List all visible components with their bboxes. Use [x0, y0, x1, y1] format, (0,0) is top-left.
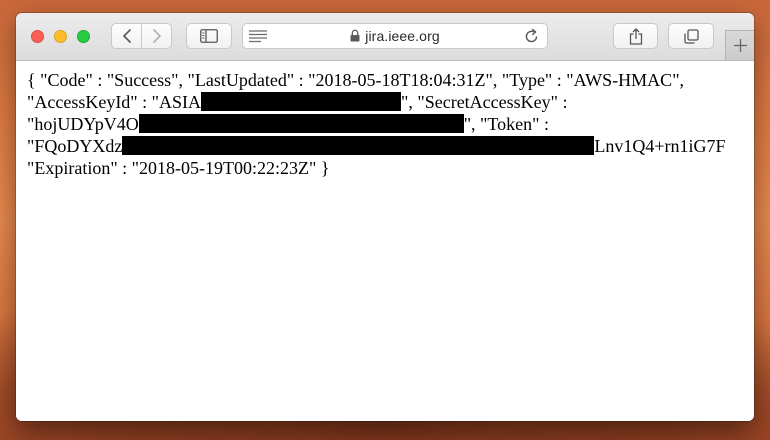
- share-icon: [629, 27, 642, 45]
- json-line-1: { "Code" : "Success", "LastUpdated" : "2…: [27, 70, 685, 90]
- token-suffix: Lnv1Q4+rn1iG7F: [594, 136, 726, 156]
- token-prefix: "FQoDYXdz: [27, 136, 123, 156]
- secret-key-suffix: ", "Token" :: [463, 114, 549, 134]
- page-content: { "Code" : "Success", "LastUpdated" : "2…: [16, 61, 754, 421]
- url-text: jira.ieee.org: [365, 28, 440, 44]
- access-key-redaction: [201, 92, 402, 111]
- share-button[interactable]: [613, 23, 658, 49]
- tab-overview-button[interactable]: [668, 23, 714, 49]
- browser-window: jira.ieee.org {"Code": "Success", "Las…: [16, 13, 754, 421]
- secret-key-prefix: "hojUDYpV4O: [27, 114, 139, 134]
- tab-overview-icon: [683, 28, 699, 44]
- access-key-suffix: ", "SecretAccessKey" :: [401, 92, 568, 112]
- new-tab-button[interactable]: [725, 30, 754, 60]
- token-redaction: [122, 136, 595, 155]
- zoom-window-button[interactable]: [77, 30, 90, 43]
- address-bar[interactable]: jira.ieee.org: [242, 23, 548, 49]
- chevron-left-icon: [122, 29, 131, 43]
- secret-key-redaction: [138, 114, 464, 133]
- close-window-button[interactable]: [31, 30, 44, 43]
- history-navigation: [111, 23, 172, 49]
- sidebar-button[interactable]: [186, 23, 232, 49]
- expiration-line: "Expiration" : "2018-05-19T00:22:23Z" }: [27, 158, 330, 178]
- reload-icon[interactable]: [524, 29, 539, 44]
- minimize-window-button[interactable]: [54, 30, 67, 43]
- lock-icon: [350, 29, 360, 41]
- forward-button[interactable]: [142, 24, 171, 48]
- back-button[interactable]: [112, 24, 142, 48]
- access-key-prefix: "AccessKeyId" : "ASIA: [27, 92, 202, 112]
- json-response: { "Code" : "Success", "LastUpdated" : "2…: [27, 69, 743, 179]
- sidebar-icon: [200, 29, 218, 43]
- browser-toolbar: jira.ieee.org: [16, 13, 754, 61]
- plus-icon: [733, 39, 747, 52]
- url-display[interactable]: jira.ieee.org: [243, 24, 547, 48]
- chevron-right-icon: [152, 29, 161, 43]
